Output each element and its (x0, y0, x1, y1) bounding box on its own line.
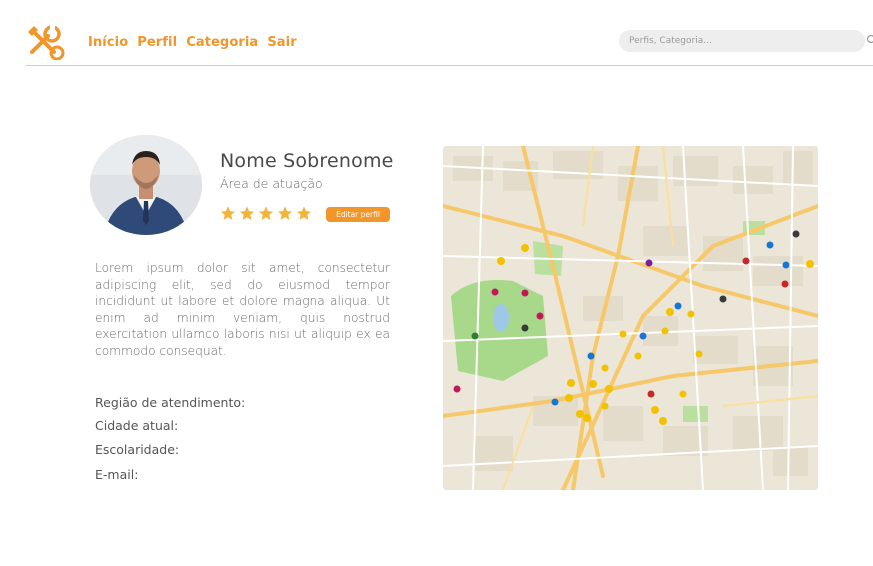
tools-logo-icon[interactable] (24, 22, 66, 60)
region-label: Região de atendimento: (95, 395, 246, 410)
header-divider (26, 65, 873, 66)
profile-bio: Lorem ipsum dolor sit amet, consectetur … (95, 261, 390, 358)
edit-profile-button[interactable]: Editar perfil (326, 207, 390, 222)
profile-area: Área de atuação (220, 176, 323, 191)
star-icon (239, 206, 255, 220)
star-icon (296, 206, 312, 220)
search-icon[interactable] (866, 34, 873, 46)
city-label: Cidade atual: (95, 418, 179, 433)
rating-stars (219, 205, 313, 222)
profile-name: Nome Sobrenome (220, 150, 394, 172)
star-icon (258, 206, 274, 220)
star-icon (220, 206, 236, 220)
city-map[interactable] (443, 146, 818, 490)
star-icon (277, 206, 293, 220)
nav-inicio-link[interactable]: Início (88, 35, 128, 50)
nav-sair-link[interactable]: Sair (267, 35, 296, 50)
education-label: Escolaridade: (95, 442, 180, 457)
avatar (90, 135, 202, 235)
header: Início Perfil Categoria Sair (0, 0, 873, 66)
nav-perfil-link[interactable]: Perfil (137, 35, 177, 50)
main-nav: Início Perfil Categoria Sair (88, 35, 297, 50)
search-input[interactable] (619, 30, 865, 52)
email-label: E-mail: (95, 467, 139, 482)
nav-categoria-link[interactable]: Categoria (186, 35, 258, 50)
